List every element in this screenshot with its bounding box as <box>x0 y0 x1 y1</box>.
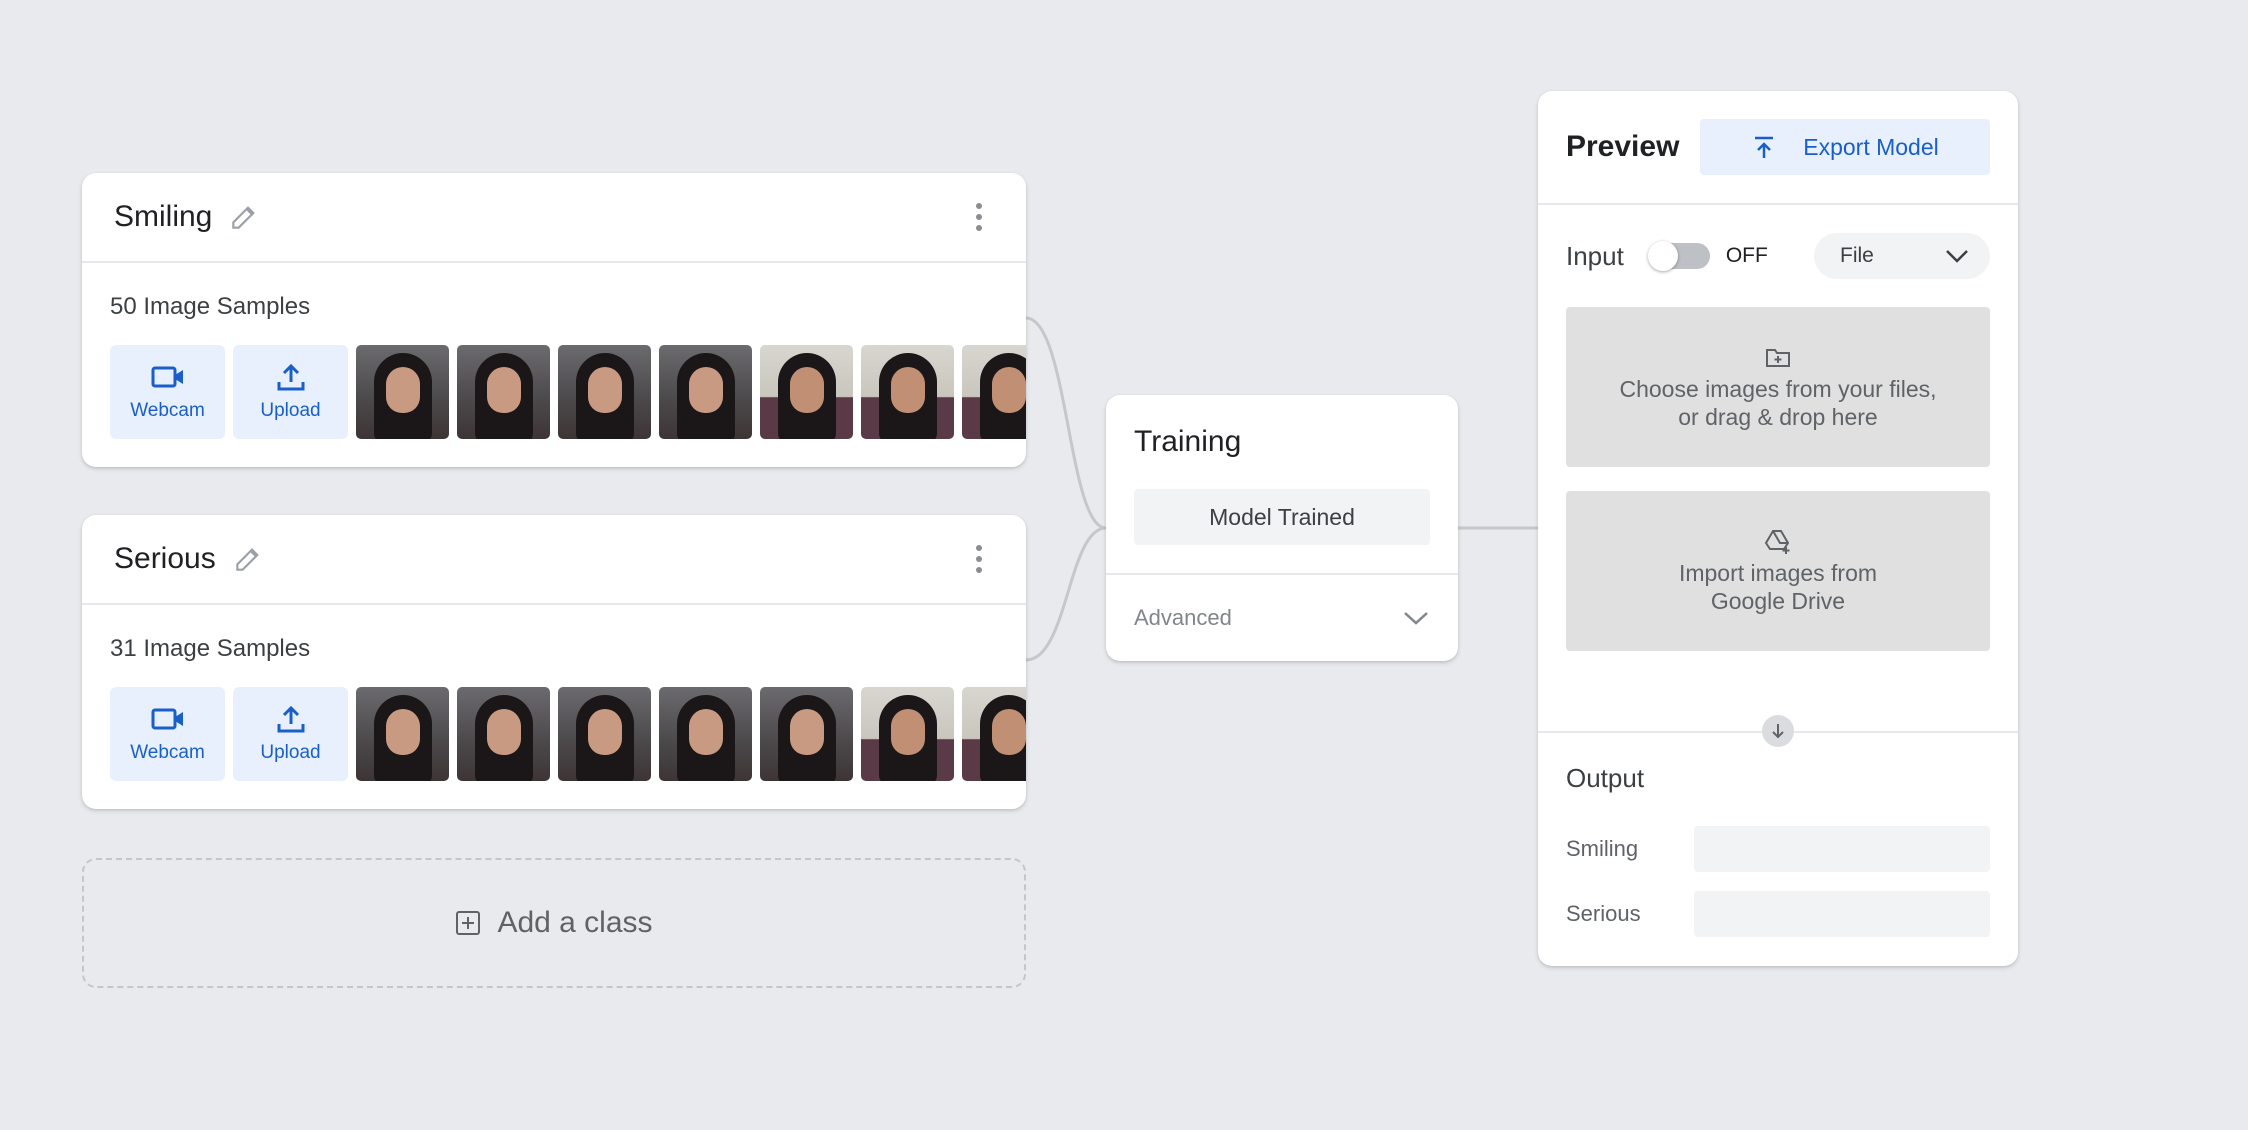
more-options-icon[interactable] <box>964 197 994 237</box>
sample-count: 31 Image Samples <box>110 635 311 662</box>
sample-thumbnail[interactable] <box>558 687 651 781</box>
drive-text-line1: Import images from <box>1678 560 1878 586</box>
file-drop-zone[interactable]: Choose images from your files, or drag &… <box>1566 307 1990 467</box>
upload-label: Upload <box>260 742 321 763</box>
class-card-serious: Serious 31 Image Samples Webcam Upload <box>82 515 1026 809</box>
sample-thumbnail[interactable] <box>861 345 954 439</box>
class-name[interactable]: Serious <box>114 542 216 576</box>
export-model-button[interactable]: Export Model <box>1700 119 1990 175</box>
output-label: Serious <box>1566 901 1641 926</box>
class-header: Serious <box>82 515 1026 605</box>
sample-thumbnail[interactable] <box>760 345 853 439</box>
training-title: Training <box>1134 425 1242 458</box>
webcam-button[interactable]: Webcam <box>110 345 225 439</box>
input-label: Input <box>1566 240 1624 271</box>
preview-header: Preview Export Model <box>1538 91 2018 205</box>
input-toggle[interactable] <box>1647 241 1710 271</box>
sample-thumbnail[interactable] <box>457 345 550 439</box>
model-trained-button[interactable]: Model Trained <box>1134 489 1430 545</box>
chevron-down-icon <box>1946 250 1968 263</box>
upload-icon <box>277 705 304 733</box>
add-class-button[interactable]: Add a class <box>82 858 1026 988</box>
sample-thumbnail[interactable] <box>356 687 449 781</box>
google-drive-add-icon <box>1764 530 1790 554</box>
edit-pencil-icon[interactable] <box>228 201 260 233</box>
class-name[interactable]: Smiling <box>114 200 212 234</box>
class-card-smiling: Smiling 50 Image Samples Webcam Upload <box>82 173 1026 467</box>
advanced-label: Advanced <box>1134 605 1232 630</box>
advanced-toggle[interactable]: Advanced <box>1106 573 1458 661</box>
toggle-state-label: OFF <box>1725 244 1768 267</box>
output-title: Output <box>1566 763 1645 793</box>
training-panel: Training Model Trained Advanced <box>1106 395 1458 661</box>
output-row-serious: Serious <box>1566 891 1990 937</box>
upload-button[interactable]: Upload <box>233 687 348 781</box>
sample-thumbnail[interactable] <box>659 345 752 439</box>
webcam-label: Webcam <box>130 400 205 421</box>
input-row: Input OFF File <box>1538 205 2018 307</box>
preview-panel: Preview Export Model Input OFF File Choo… <box>1538 91 2018 966</box>
sample-thumbnail[interactable] <box>760 687 853 781</box>
drop-text-line1: Choose images from your files, <box>1619 376 1937 402</box>
sample-count: 50 Image Samples <box>110 293 311 320</box>
sample-thumbnail[interactable] <box>457 687 550 781</box>
upload-label: Upload <box>260 400 321 421</box>
output-row-smiling: Smiling <box>1566 826 1990 872</box>
chevron-down-icon <box>1404 612 1428 625</box>
export-icon <box>1755 136 1774 158</box>
sample-row: Webcam Upload <box>110 345 1026 439</box>
webcam-label: Webcam <box>130 742 205 763</box>
edit-pencil-icon[interactable] <box>232 543 264 575</box>
sample-thumbnail[interactable] <box>962 345 1026 439</box>
confidence-bar <box>1694 826 1990 872</box>
sample-thumbnail[interactable] <box>861 687 954 781</box>
sample-thumbnail[interactable] <box>356 345 449 439</box>
more-options-icon[interactable] <box>964 539 994 579</box>
sample-thumbnail[interactable] <box>558 345 651 439</box>
upload-button[interactable]: Upload <box>233 345 348 439</box>
input-source-select[interactable]: File <box>1814 233 1990 279</box>
webcam-button[interactable]: Webcam <box>110 687 225 781</box>
folder-add-icon <box>1766 349 1790 367</box>
google-drive-import[interactable]: Import images from Google Drive <box>1566 491 1990 651</box>
add-class-label: Add a class <box>497 906 653 939</box>
sample-thumbnail[interactable] <box>659 687 752 781</box>
sample-row: Webcam Upload <box>110 687 1026 781</box>
preview-title: Preview <box>1566 130 1680 163</box>
drop-text-line2: or drag & drop here <box>1678 404 1878 430</box>
sample-thumbnail[interactable] <box>962 687 1026 781</box>
class-header: Smiling <box>82 173 1026 263</box>
confidence-bar <box>1694 891 1990 937</box>
arrow-down-icon <box>1762 715 1794 747</box>
export-label: Export Model <box>1803 133 1939 160</box>
webcam-icon <box>151 708 183 730</box>
webcam-icon <box>151 366 183 388</box>
upload-icon <box>277 363 304 391</box>
output-label: Smiling <box>1566 836 1639 861</box>
drive-text-line2: Google Drive <box>1710 588 1846 614</box>
input-source-value: File <box>1840 244 1874 267</box>
add-box-icon <box>456 911 481 935</box>
